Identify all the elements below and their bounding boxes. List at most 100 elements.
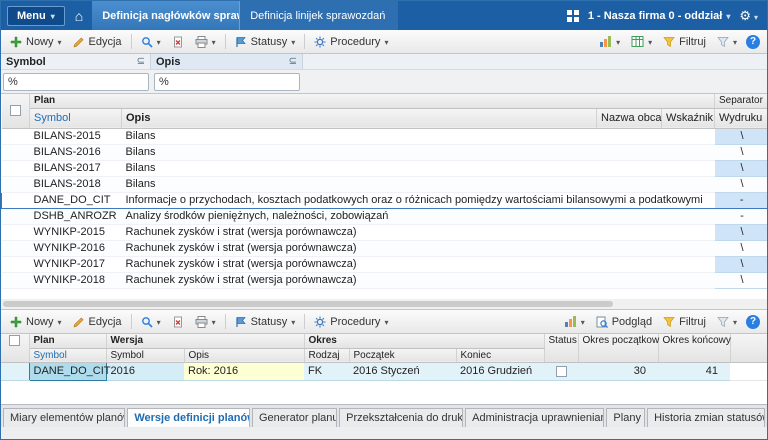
chevron-down-icon bbox=[733, 36, 737, 48]
filter-button[interactable]: Filtruj bbox=[658, 314, 711, 330]
lookup-button[interactable] bbox=[136, 314, 166, 330]
filter-options-button[interactable] bbox=[712, 34, 742, 50]
apps-grid-icon[interactable] bbox=[566, 9, 579, 22]
chart-button[interactable] bbox=[559, 313, 590, 330]
cell-opis: Analizy środków pieniężnych, należności,… bbox=[121, 208, 597, 225]
tab-historia-zmian-statusow[interactable]: Historia zmian statusów bbox=[647, 408, 765, 427]
cell-nazwa-obca bbox=[596, 176, 662, 193]
edit-label: Edycja bbox=[88, 35, 122, 48]
chevron-down-icon bbox=[157, 36, 161, 48]
print-button[interactable] bbox=[190, 34, 221, 50]
cell-wskaznik bbox=[661, 176, 715, 193]
column-header-okres-poczatkowy[interactable]: Okres początkow bbox=[578, 334, 659, 363]
filter-operator-icon[interactable]: ⊆ bbox=[137, 56, 145, 67]
chevron-down-icon bbox=[754, 8, 758, 23]
company-selector[interactable]: 1 - Nasza firma 0 - oddział bbox=[588, 10, 731, 22]
scrollbar-thumb[interactable] bbox=[3, 301, 613, 307]
procedures-button[interactable]: Procedury bbox=[309, 314, 393, 330]
home-icon[interactable] bbox=[75, 8, 83, 24]
tab-przeksztalcenia-do-druku[interactable]: Przekształcenia do druku bbox=[339, 408, 464, 427]
tab-wersje-definicji-planow[interactable]: Wersje definicji planów bbox=[127, 408, 250, 427]
funnel-settings-icon bbox=[717, 316, 729, 328]
new-button[interactable]: Nowy bbox=[5, 314, 67, 330]
filter-button[interactable]: Filtruj bbox=[658, 34, 711, 50]
help-icon[interactable] bbox=[746, 34, 760, 49]
cell-wskaznik bbox=[661, 224, 715, 241]
chevron-down-icon bbox=[733, 316, 737, 328]
statuses-button[interactable]: Statusy bbox=[230, 34, 301, 50]
cell-nazwa-obca bbox=[596, 128, 662, 145]
report-row[interactable]: WYNIKP-2017 Rachunek zysków i strat (wers… bbox=[1, 256, 767, 273]
report-row[interactable]: DSHB_ANROZR Analizy środków pieniężnych, … bbox=[1, 208, 767, 225]
column-header-status[interactable]: Status bbox=[544, 334, 579, 363]
column-header-koniec[interactable]: Koniec bbox=[456, 348, 545, 363]
column-header-okres-koncowy[interactable]: Okres końcowy bbox=[658, 334, 731, 363]
column-header-rodzaj[interactable]: Rodzaj bbox=[304, 348, 350, 363]
column-header-opis[interactable]: Opis bbox=[184, 348, 305, 363]
procedures-button[interactable]: Procedury bbox=[309, 34, 393, 50]
select-all-header[interactable] bbox=[1, 334, 30, 363]
tab-definicja-linijek[interactable]: Definicja linijek sprawozdań bbox=[240, 1, 399, 30]
column-header-poczatek[interactable]: Początek bbox=[349, 348, 457, 363]
report-row[interactable]: BILANS-2015 Bilans \ bbox=[1, 128, 767, 145]
tab-miary-elementow-planow[interactable]: Miary elementów planów bbox=[3, 408, 126, 427]
report-row[interactable]: WYNIKP-2015 Rachunek zysków i strat (wers… bbox=[1, 224, 767, 241]
delete-button[interactable] bbox=[167, 34, 189, 50]
group-header-plan: Plan bbox=[29, 334, 107, 349]
opis-filter-input[interactable] bbox=[154, 72, 300, 91]
column-header-symbol[interactable]: Symbol bbox=[29, 108, 122, 129]
delete-button[interactable] bbox=[167, 314, 189, 330]
preview-button[interactable]: Podgląd bbox=[591, 314, 657, 330]
report-row[interactable]: BILANS-2018 Bilans \ bbox=[1, 176, 767, 193]
new-label: Nowy bbox=[26, 315, 54, 328]
column-header-wersja-symbol[interactable]: Symbol bbox=[106, 348, 185, 363]
cell-select bbox=[1, 160, 30, 177]
report-row[interactable]: WYNIKP-2018 Rachunek zysków i strat (wers… bbox=[1, 272, 767, 289]
report-row[interactable]: BILANS-2016 Bilans \ bbox=[1, 144, 767, 161]
tab-generator-planu[interactable]: Generator planu bbox=[252, 408, 338, 427]
tab-plany[interactable]: Plany bbox=[606, 408, 646, 427]
settings-gear-icon[interactable] bbox=[739, 8, 758, 24]
cell-poczatek: 2016 Styczeń bbox=[349, 362, 456, 381]
filter-label: Filtruj bbox=[679, 315, 706, 328]
plus-icon bbox=[10, 316, 22, 328]
chevron-down-icon bbox=[726, 10, 730, 22]
lookup-button[interactable] bbox=[136, 34, 166, 50]
column-header-plan-symbol[interactable]: Symbol bbox=[29, 348, 107, 363]
report-row[interactable]: WYNIKP-2016 Rachunek zysków i strat (wers… bbox=[1, 240, 767, 257]
tab-administracja-uprawnieniami[interactable]: Administracja uprawnieniami bbox=[465, 408, 605, 427]
tab-definicja-naglowkow[interactable]: Definicja nagłówków sprawozda bbox=[92, 1, 241, 30]
export-table-button[interactable] bbox=[626, 33, 657, 50]
column-header-wskaznik[interactable]: Wskaźnik bbox=[661, 108, 715, 129]
filter-section-opis[interactable]: Opis ⊆ bbox=[151, 54, 303, 69]
chevron-down-icon bbox=[384, 316, 388, 328]
edit-button[interactable]: Edycja bbox=[68, 314, 127, 330]
column-header-separator-line2[interactable]: Wydruku bbox=[714, 108, 767, 129]
status-checkbox[interactable] bbox=[555, 365, 567, 377]
new-button[interactable]: Nowy bbox=[5, 34, 67, 50]
filter-options-button[interactable] bbox=[712, 314, 742, 330]
statuses-button[interactable]: Statusy bbox=[230, 314, 301, 330]
column-header-opis[interactable]: Opis bbox=[121, 108, 597, 129]
filter-section-symbol[interactable]: Symbol ⊆ bbox=[1, 54, 151, 69]
table-icon bbox=[631, 35, 644, 48]
select-all-checkbox[interactable] bbox=[9, 105, 21, 117]
filter-operator-icon[interactable]: ⊆ bbox=[289, 56, 297, 67]
select-all-checkbox[interactable] bbox=[9, 335, 21, 346]
printer-icon bbox=[195, 315, 208, 328]
symbol-filter-input[interactable] bbox=[3, 72, 149, 91]
versions-grid-empty-area bbox=[1, 381, 767, 404]
menu-button[interactable]: Menu bbox=[7, 5, 65, 26]
horizontal-scrollbar[interactable] bbox=[1, 299, 767, 310]
version-row-selected[interactable]: DANE_DO_CIT 2016 Rok: 2016 FK 2016 Stycz… bbox=[1, 361, 767, 381]
print-button[interactable] bbox=[190, 314, 221, 330]
help-icon[interactable] bbox=[746, 314, 760, 329]
column-header-nazwa-obca[interactable]: Nazwa obca bbox=[596, 108, 662, 129]
edit-button[interactable]: Edycja bbox=[68, 34, 127, 50]
cell-wskaznik bbox=[661, 208, 715, 225]
report-row[interactable]: BILANS-2017 Bilans \ bbox=[1, 160, 767, 177]
tab-label: Definicja nagłówków sprawozda bbox=[102, 9, 239, 22]
chart-button[interactable] bbox=[594, 33, 625, 50]
report-row-selected[interactable]: DANE_DO_CIT Informacje o przychodach, kos… bbox=[1, 191, 767, 209]
select-all-header[interactable] bbox=[1, 94, 30, 129]
